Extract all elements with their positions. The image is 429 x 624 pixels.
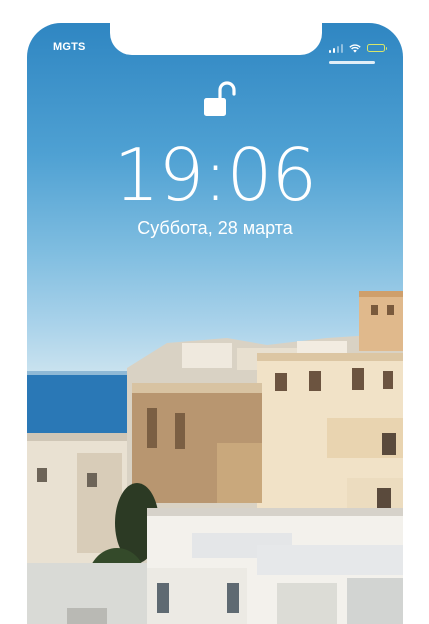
status-icons	[328, 42, 387, 54]
battery-icon	[367, 44, 387, 52]
wifi-icon	[349, 43, 361, 53]
control-center-indicator[interactable]	[329, 61, 375, 64]
lock-screen-date: Суббота, 28 марта	[137, 218, 293, 238]
display-notch	[110, 23, 322, 55]
carrier-name: MGTS	[53, 41, 86, 53]
lock-screen-time: 19:06	[113, 133, 318, 217]
lock-screen: MGTS 19:06 Суббота, 28 марта	[27, 23, 403, 624]
wallpaper-image	[27, 291, 403, 624]
unlocked-padlock-icon	[204, 81, 236, 116]
cellular-signal-icon	[328, 43, 343, 53]
